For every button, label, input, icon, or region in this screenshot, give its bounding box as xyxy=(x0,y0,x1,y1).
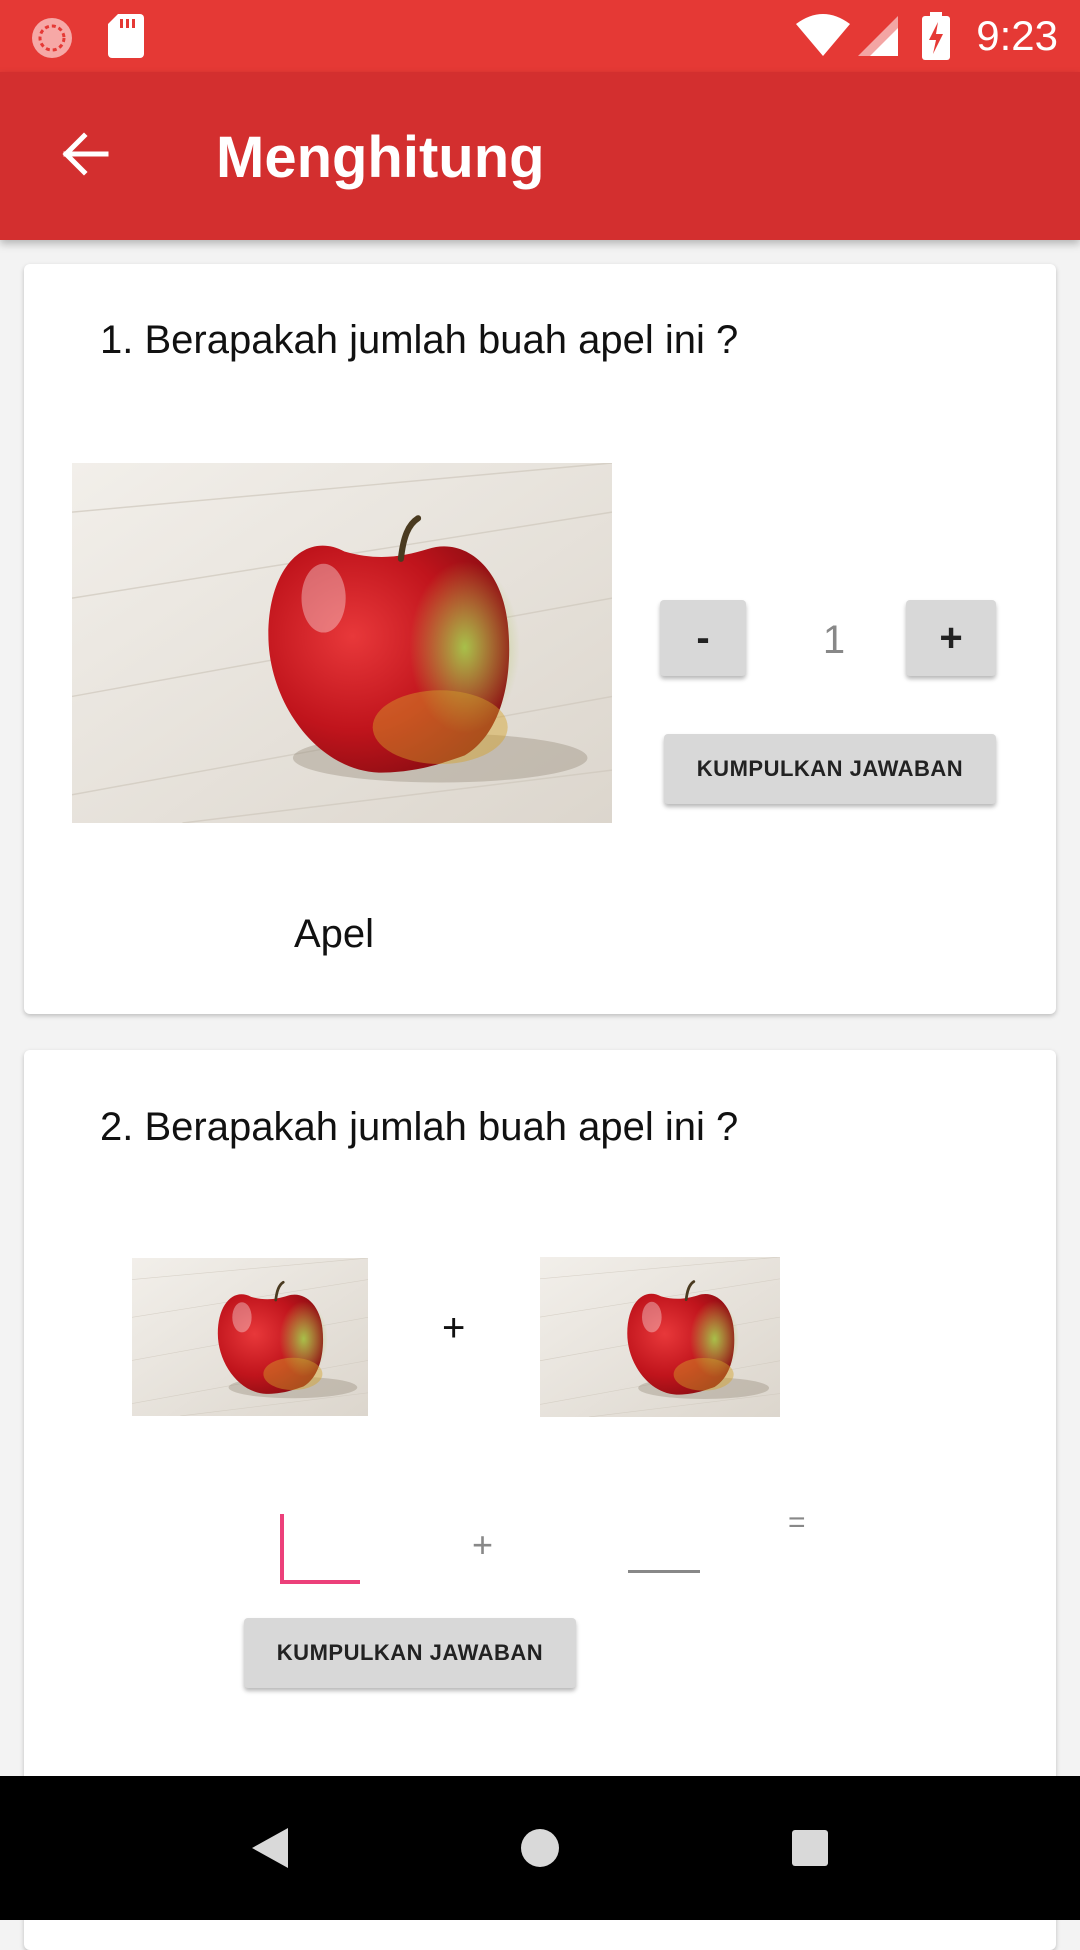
text-cursor xyxy=(280,1514,284,1580)
question-2-text: 2. Berapakah jumlah buah apel ini ? xyxy=(100,1105,739,1149)
status-time: 9:23 xyxy=(976,12,1058,59)
answer-input-1[interactable] xyxy=(280,1514,360,1584)
arrow-back-icon[interactable] xyxy=(56,126,112,182)
record-icon xyxy=(32,18,72,58)
app-toolbar: Menghitung xyxy=(0,72,1080,240)
answer-input-2[interactable] xyxy=(628,1530,700,1573)
battery-charging-icon xyxy=(922,12,950,60)
signal-icon xyxy=(858,16,898,56)
question-card-1: 1. Berapakah jumlah buah apel ini ? - 1 … xyxy=(24,264,1056,1014)
back-triangle-icon[interactable] xyxy=(250,1826,290,1870)
recents-square-icon[interactable] xyxy=(792,1830,828,1866)
sd-card-icon xyxy=(108,14,144,58)
increment-button[interactable]: + xyxy=(906,600,996,676)
submit-answer-button-1[interactable]: KUMPULKAN JAWABAN xyxy=(664,734,996,804)
operator-plus: + xyxy=(442,1306,466,1350)
navigation-bar xyxy=(0,1776,1080,1920)
count-value: 1 xyxy=(822,618,846,662)
question-1-text: 1. Berapakah jumlah buah apel ini ? xyxy=(100,318,739,362)
home-circle-icon[interactable] xyxy=(520,1828,560,1868)
decrement-button[interactable]: - xyxy=(660,600,746,676)
page-title: Menghitung xyxy=(216,125,545,190)
apple-image xyxy=(72,463,612,823)
image-caption: Apel xyxy=(294,912,375,956)
apple-image-right xyxy=(540,1257,780,1417)
wifi-icon xyxy=(796,14,850,56)
status-bar: 9:23 xyxy=(0,0,1080,72)
input-operator-plus: + xyxy=(472,1524,494,1565)
equals-sign: = xyxy=(788,1506,806,1539)
submit-answer-button-2[interactable]: KUMPULKAN JAWABAN xyxy=(244,1618,576,1688)
apple-image-left xyxy=(132,1258,368,1416)
